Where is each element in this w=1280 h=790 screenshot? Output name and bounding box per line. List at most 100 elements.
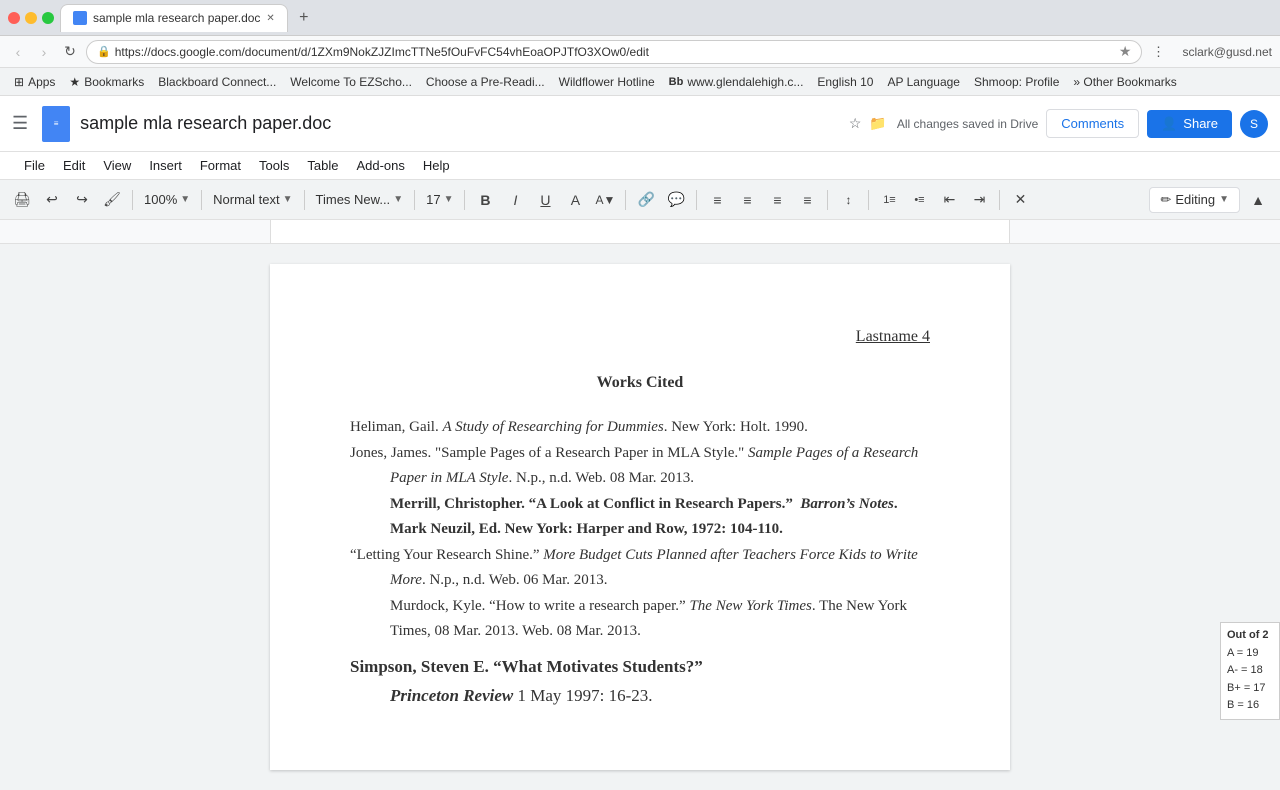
menu-edit[interactable]: Edit (55, 155, 93, 176)
document-area[interactable]: Lastname 4 Works Cited Heliman, Gail. A … (0, 244, 1280, 790)
bookmark-blackboard[interactable]: Blackboard Connect... (152, 73, 282, 91)
fontsize-select[interactable]: 17 ▼ (421, 186, 458, 214)
zoom-dropdown-arrow: ▼ (180, 194, 190, 205)
underline-button[interactable]: U (531, 186, 559, 214)
citation-2-text: Jones, James. "Sample Pages of a Researc… (350, 445, 918, 487)
tab-favicon (73, 11, 87, 25)
align-left-button[interactable]: ≡ (703, 186, 731, 214)
align-center-button[interactable]: ≡ (733, 186, 761, 214)
url-text: https://docs.google.com/document/d/1ZXm9… (115, 45, 1115, 59)
bookmark-prereading[interactable]: Choose a Pre-Readi... (420, 73, 551, 91)
score-b17: B+ = 17 (1227, 680, 1273, 698)
align-justify-button[interactable]: ≡ (793, 186, 821, 214)
toolbar-right: ✏ Editing ▼ ▲ (1149, 186, 1272, 214)
menu-format[interactable]: Format (192, 155, 249, 176)
bookmark-star-icon[interactable]: ★ (1119, 43, 1132, 60)
bookmark-other[interactable]: » Other Bookmarks (1067, 73, 1182, 91)
bookmark-ezschool[interactable]: Welcome To EZScho... (284, 73, 418, 91)
address-bar: ‹ › ↻ 🔒 https://docs.google.com/document… (0, 36, 1280, 68)
bookmark-bookmarks[interactable]: ★ Bookmarks (63, 73, 150, 91)
star-bookmark-icon[interactable]: ☆ (849, 115, 862, 132)
collapse-toolbar-button[interactable]: ▲ (1244, 186, 1272, 214)
separator-5 (464, 190, 465, 210)
align-right-button[interactable]: ≡ (763, 186, 791, 214)
forward-button[interactable]: › (34, 42, 54, 62)
browser-tab-bar: sample mla research paper.doc ✕ + (0, 0, 1280, 36)
bookmark-glendale[interactable]: Bb www.glendalehigh.c... (663, 73, 810, 91)
highlight-button[interactable]: A▼ (591, 186, 619, 214)
close-button[interactable] (8, 12, 20, 24)
link-button[interactable]: 🔗 (632, 186, 660, 214)
maximize-button[interactable] (42, 12, 54, 24)
comment-button[interactable]: 💬 (662, 186, 690, 214)
user-profile[interactable]: sclark@gusd.net (1182, 45, 1272, 59)
folder-icon[interactable]: 📁 (869, 115, 886, 132)
citation-3: Merrill, Christopher. “A Look at Conflic… (350, 492, 930, 543)
line-spacing-button[interactable]: ↕ (834, 186, 862, 214)
user-avatar[interactable]: S (1240, 110, 1268, 138)
separator-1 (132, 190, 133, 210)
menu-insert[interactable]: Insert (141, 155, 190, 176)
zoom-select[interactable]: 100% ▼ (139, 186, 195, 214)
citation-1-text: Heliman, Gail. A Study of Researching fo… (350, 419, 808, 435)
decrease-indent-button[interactable]: ⇤ (935, 186, 963, 214)
bookmark-wildflower[interactable]: Wildflower Hotline (553, 73, 661, 91)
menu-file[interactable]: File (16, 155, 53, 176)
separator-7 (696, 190, 697, 210)
style-select[interactable]: Normal text ▼ (208, 186, 297, 214)
active-tab[interactable]: sample mla research paper.doc ✕ (60, 4, 288, 32)
menu-addons[interactable]: Add-ons (348, 155, 412, 176)
menu-view[interactable]: View (95, 155, 139, 176)
separator-8 (827, 190, 828, 210)
bookmark-english10-label: English 10 (817, 75, 873, 89)
editing-mode-button[interactable]: ✏ Editing ▼ (1149, 187, 1240, 213)
document-title[interactable]: sample mla research paper.doc (80, 113, 841, 134)
citation-1-italic: A Study of Researching for Dummies (442, 419, 663, 435)
zoom-value: 100% (144, 192, 177, 207)
bookmark-aplanguage-label: AP Language (887, 75, 960, 89)
editing-mode-arrow: ▼ (1219, 194, 1229, 205)
hamburger-menu-icon[interactable]: ☰ (12, 113, 28, 134)
print-button[interactable]: 🖨 (8, 186, 36, 214)
style-value: Normal text (213, 192, 279, 207)
docs-logo: ≡ (42, 106, 70, 142)
minimize-button[interactable] (25, 12, 37, 24)
text-color-button[interactable]: A (561, 186, 589, 214)
docs-menubar: File Edit View Insert Format Tools Table… (0, 152, 1280, 180)
share-button[interactable]: 👤 Share (1147, 110, 1232, 138)
italic-button[interactable]: I (501, 186, 529, 214)
menu-table[interactable]: Table (299, 155, 346, 176)
paint-format-button[interactable]: 🖌 (98, 186, 126, 214)
comments-button[interactable]: Comments (1046, 109, 1139, 138)
bookmark-english10[interactable]: English 10 (811, 73, 879, 91)
tab-close-button[interactable]: ✕ (266, 13, 274, 24)
numbered-list-button[interactable]: 1≡ (875, 186, 903, 214)
menu-tools[interactable]: Tools (251, 155, 297, 176)
undo-button[interactable]: ↩ (38, 186, 66, 214)
redo-button[interactable]: ↪ (68, 186, 96, 214)
url-bar[interactable]: 🔒 https://docs.google.com/document/d/1ZX… (86, 40, 1142, 64)
increase-indent-button[interactable]: ⇥ (965, 186, 993, 214)
font-select[interactable]: Times New... ▼ (311, 186, 409, 214)
citation-6-bold: Simpson, Steven E. “What Motivates Stude… (350, 657, 703, 676)
bookmark-apps-label: Apps (28, 75, 55, 89)
reload-button[interactable]: ↻ (60, 42, 80, 62)
new-tab-button[interactable]: + (292, 6, 316, 30)
bookmark-apps[interactable]: ⊞ Apps (8, 73, 61, 91)
star-icon: ★ (69, 75, 80, 89)
menu-help[interactable]: Help (415, 155, 458, 176)
bold-button[interactable]: B (471, 186, 499, 214)
bookmark-glendale-label: www.glendalehigh.c... (687, 75, 803, 89)
bookmark-wildflower-label: Wildflower Hotline (559, 75, 655, 89)
bookmark-aplanguage[interactable]: AP Language (881, 73, 966, 91)
docs-icon-lines: ≡ (54, 119, 59, 128)
bullet-list-button[interactable]: •≡ (905, 186, 933, 214)
separator-3 (304, 190, 305, 210)
separator-9 (868, 190, 869, 210)
bookmark-shmoop[interactable]: Shmoop: Profile (968, 73, 1065, 91)
back-button[interactable]: ‹ (8, 42, 28, 62)
score-b16: B = 16 (1227, 697, 1273, 715)
clear-format-button[interactable]: ✕ (1006, 186, 1034, 214)
extensions-icon[interactable]: ⋮ (1148, 42, 1168, 62)
citation-7-rest: 1 May 1997: 16-23. (513, 686, 652, 705)
